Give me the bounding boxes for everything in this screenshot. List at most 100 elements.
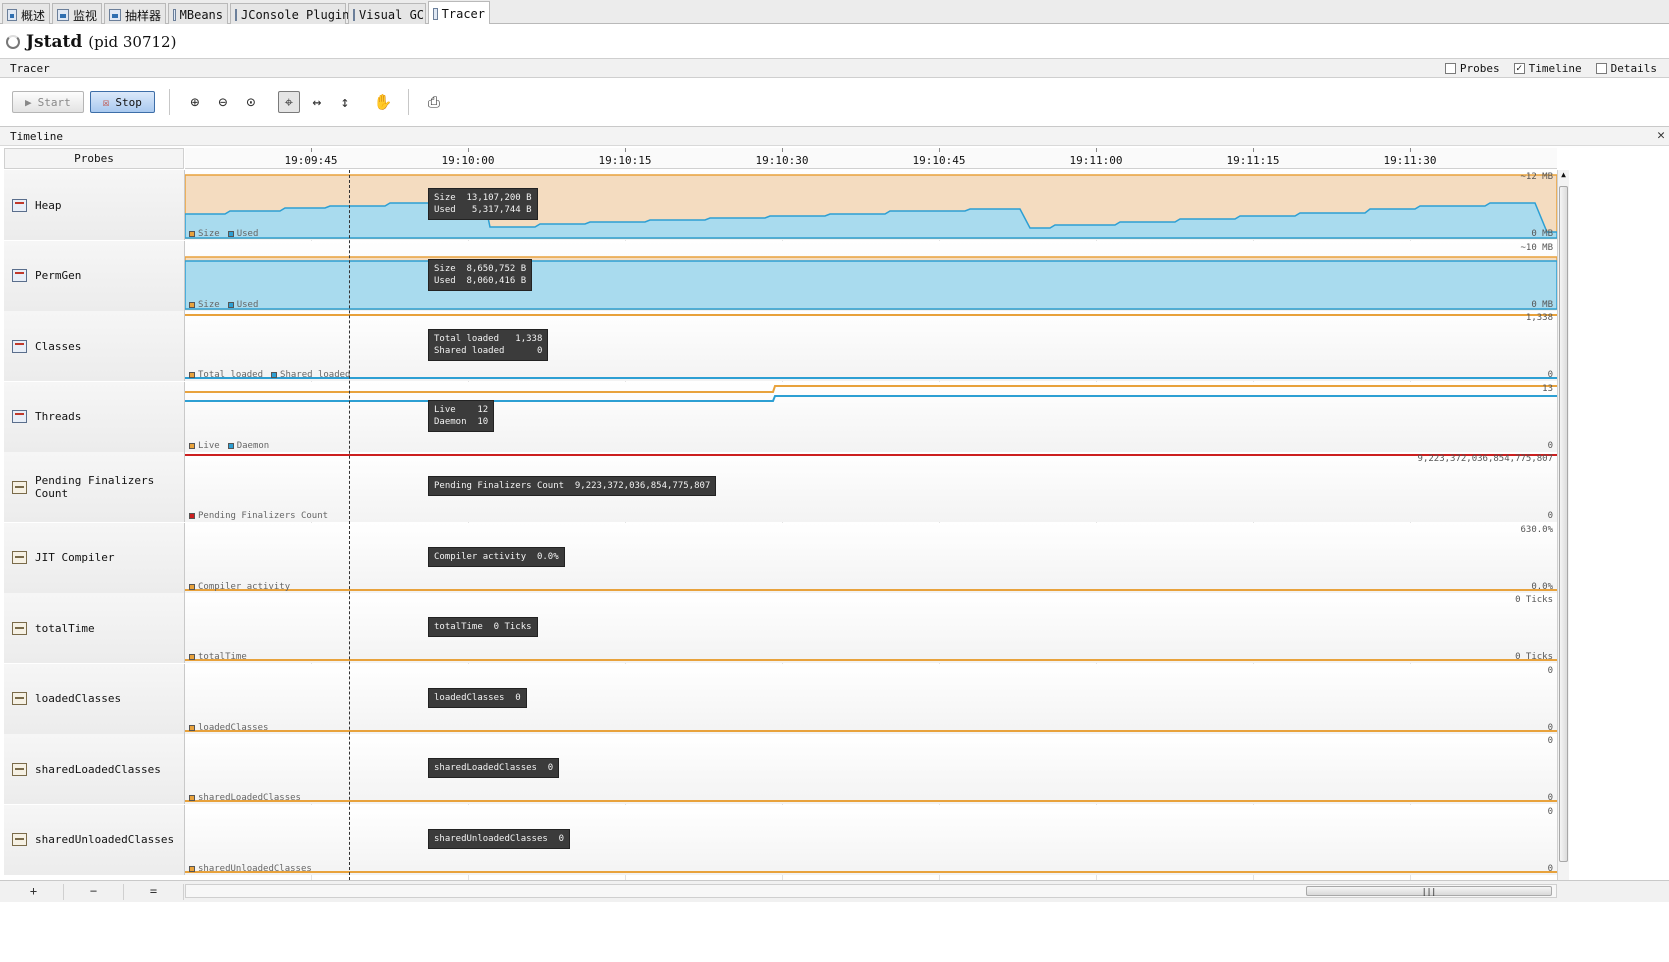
value-tooltip: totalTime 0 Ticks (428, 617, 538, 637)
vertical-scroll-thumb[interactable] (1559, 186, 1568, 862)
probe-chart[interactable]: ~10 MB 0 MB Size Used Size 8,650,752 B Used … (185, 240, 1557, 311)
max-value-label: ~10 MB (1520, 242, 1553, 253)
tab-sampler[interactable]: 抽样器 (104, 3, 166, 24)
probe-row[interactable]: loadedClasses 0 0 loadedClasses loadedClasse… (4, 663, 1557, 734)
probe-name: Pending Finalizers Count (35, 474, 155, 500)
probe-label[interactable]: JIT Compiler (4, 522, 185, 593)
zoom-fit-icon[interactable]: ⊙ (240, 91, 262, 113)
checkbox-checked[interactable]: ✓ (1513, 62, 1525, 74)
timeline-checkbox[interactable]: ✓ Timeline (1513, 62, 1582, 75)
view-options: Probes ✓ Timeline Details (1444, 59, 1657, 77)
probe-row[interactable]: Threads 13 0 Live Daemon Live 12 Daemon 10 (4, 381, 1557, 452)
stop-button[interactable]: ☒ Stop (89, 91, 155, 113)
probe-row[interactable]: Pending Finalizers Count 9,223,372,036,85… (4, 452, 1557, 522)
value-tooltip: loadedClasses 0 (428, 687, 527, 708)
legend-swatch-icon (189, 372, 195, 378)
play-icon: ▶ (25, 95, 32, 109)
probe-chart[interactable]: 630.0% 0.0% Compiler activity Compiler acti… (185, 522, 1557, 593)
sampler-icon (109, 9, 121, 21)
probe-chart[interactable]: 0 0 sharedLoadedClasses sharedLoadedClasses… (185, 734, 1557, 804)
probe-row[interactable]: PermGen ~10 MB 0 MB Size Used Size 8,650,752 … (4, 240, 1557, 311)
probe-label[interactable]: loadedClasses (4, 663, 185, 734)
axis-tick-label: 19:10:30 (755, 154, 809, 167)
horizontal-scroll-thumb[interactable]: ||| (1306, 886, 1552, 896)
probe-row[interactable]: sharedUnloadedClasses 0 0 sharedUnloadedCla… (4, 804, 1557, 875)
legend-swatch-icon (227, 231, 234, 237)
probe-chart[interactable]: 0 0 sharedUnloadedClasses sharedUnloadedCla… (185, 804, 1557, 875)
timeline-label: Timeline (10, 129, 63, 143)
legend-label: Compiler activity (198, 581, 291, 592)
vertical-scrollbar[interactable]: ▲ (1557, 170, 1569, 880)
probe-label[interactable]: Threads (4, 381, 185, 452)
scroll-up-icon[interactable]: ▲ (1558, 170, 1569, 179)
hand-icon[interactable]: ✋ (372, 91, 394, 113)
legend-swatch-icon (189, 583, 195, 590)
probe-chart[interactable]: 0 Ticks 0 Ticks totalTime totalTime 0 Ticks (185, 593, 1557, 663)
tab-tracer[interactable]: Tracer (428, 1, 490, 24)
horizontal-scrollbar[interactable]: ||| (185, 884, 1557, 898)
legend-swatch-icon (189, 231, 195, 237)
probe-chart[interactable]: 13 0 Live Daemon Live 12 Daemon 10 (185, 381, 1557, 452)
value-tooltip: sharedLoadedClasses 0 (428, 758, 560, 778)
zoom-out-icon[interactable]: ⊖ (212, 91, 234, 113)
start-button[interactable]: ▶ Start (12, 91, 84, 113)
probe-chart[interactable]: 1,338 0 Total loaded Shared loaded Total loa… (185, 311, 1557, 381)
probe-row[interactable]: Classes 1,338 0 Total loaded Shared loaded To… (4, 311, 1557, 381)
probe-row[interactable]: totalTime 0 Ticks 0 Ticks totalTime totalTim… (4, 593, 1557, 663)
probe-label[interactable]: totalTime (4, 593, 185, 663)
max-value-label: 9,223,372,036,854,775,807 (1417, 454, 1553, 464)
value-tooltip: Pending Finalizers Count 9,223,372,036,8… (428, 476, 717, 496)
probe-chart[interactable]: 9,223,372,036,854,775,807 0 Pending Finali… (185, 452, 1557, 522)
fit-button[interactable]: = (124, 884, 184, 900)
chart-legend: totalTime (189, 652, 247, 662)
details-checkbox[interactable]: Details (1595, 62, 1657, 75)
probe-name: JIT Compiler (35, 551, 115, 564)
add-probe-button[interactable]: + (4, 884, 64, 900)
probe-chart[interactable]: ~12 MB 0 MB Size Used Size 13,107,200 B Used… (185, 170, 1557, 240)
probe-chart-svg (185, 454, 1557, 456)
zoom-in-icon[interactable]: ⊕ (184, 91, 206, 113)
probes-checkbox[interactable]: Probes (1444, 62, 1500, 75)
axis-tick-label: 19:09:45 (284, 154, 338, 167)
probe-label[interactable]: sharedUnloadedClasses (4, 804, 185, 875)
remove-probe-button[interactable]: − (64, 884, 124, 900)
chart-legend: Compiler activity (189, 582, 290, 592)
probe-label[interactable]: PermGen (4, 240, 185, 311)
checkbox-box[interactable] (1595, 62, 1607, 74)
legend-label: Total loaded (198, 370, 264, 380)
tab-visual-gc[interactable]: Visual GC (348, 3, 426, 24)
tab-overview[interactable]: 概述 (2, 3, 50, 24)
probe-chart[interactable]: 0 0 loadedClasses loadedClasses 0 (185, 663, 1557, 734)
probe-row[interactable]: JIT Compiler 630.0% 0.0% Compiler activity C… (4, 522, 1557, 593)
tab-jconsole-plugins[interactable]: JConsole Plugins (230, 3, 357, 24)
legend-swatch-icon (189, 865, 195, 872)
select-mode-icon[interactable]: ⌖ (277, 91, 300, 113)
axis-tick-mark (625, 148, 626, 152)
probe-chart-svg (185, 314, 1557, 379)
export-icon[interactable]: ⎙ (423, 91, 445, 113)
value-tooltip: sharedUnloadedClasses 0 (428, 828, 571, 849)
tab-monitor[interactable]: 监视 (52, 3, 102, 24)
probe-icon (12, 692, 27, 705)
probe-row[interactable]: Heap ~12 MB 0 MB Size Used Size 13,107,200 B … (4, 170, 1557, 240)
chart-legend: Pending Finalizers Count (189, 511, 328, 521)
probe-label[interactable]: Classes (4, 311, 185, 381)
probe-row[interactable]: sharedLoadedClasses 0 0 sharedLoadedClasses… (4, 734, 1557, 804)
probes-column-header: Probes (4, 148, 184, 169)
app-title: Jstatd (26, 32, 83, 52)
probe-name: Classes (35, 339, 82, 353)
tab-mbeans[interactable]: MBeans (168, 3, 228, 24)
legend-label: Used (236, 229, 259, 239)
probe-label[interactable]: sharedLoadedClasses (4, 734, 185, 804)
time-cursor[interactable] (349, 170, 350, 880)
probe-label[interactable]: Pending Finalizers Count (4, 452, 185, 522)
horizontal-scale-icon[interactable]: ↔ (306, 91, 328, 113)
legend-item: Size (189, 229, 220, 239)
legend-item: Total loaded (189, 370, 263, 380)
probe-label[interactable]: Heap (4, 170, 185, 240)
close-icon[interactable]: ✕ (1657, 128, 1665, 143)
probe-name: sharedLoadedClasses (35, 762, 161, 776)
checkbox-box[interactable] (1444, 62, 1456, 74)
legend-item: Used (227, 300, 258, 310)
vertical-scale-icon[interactable]: ↕ (334, 91, 356, 113)
